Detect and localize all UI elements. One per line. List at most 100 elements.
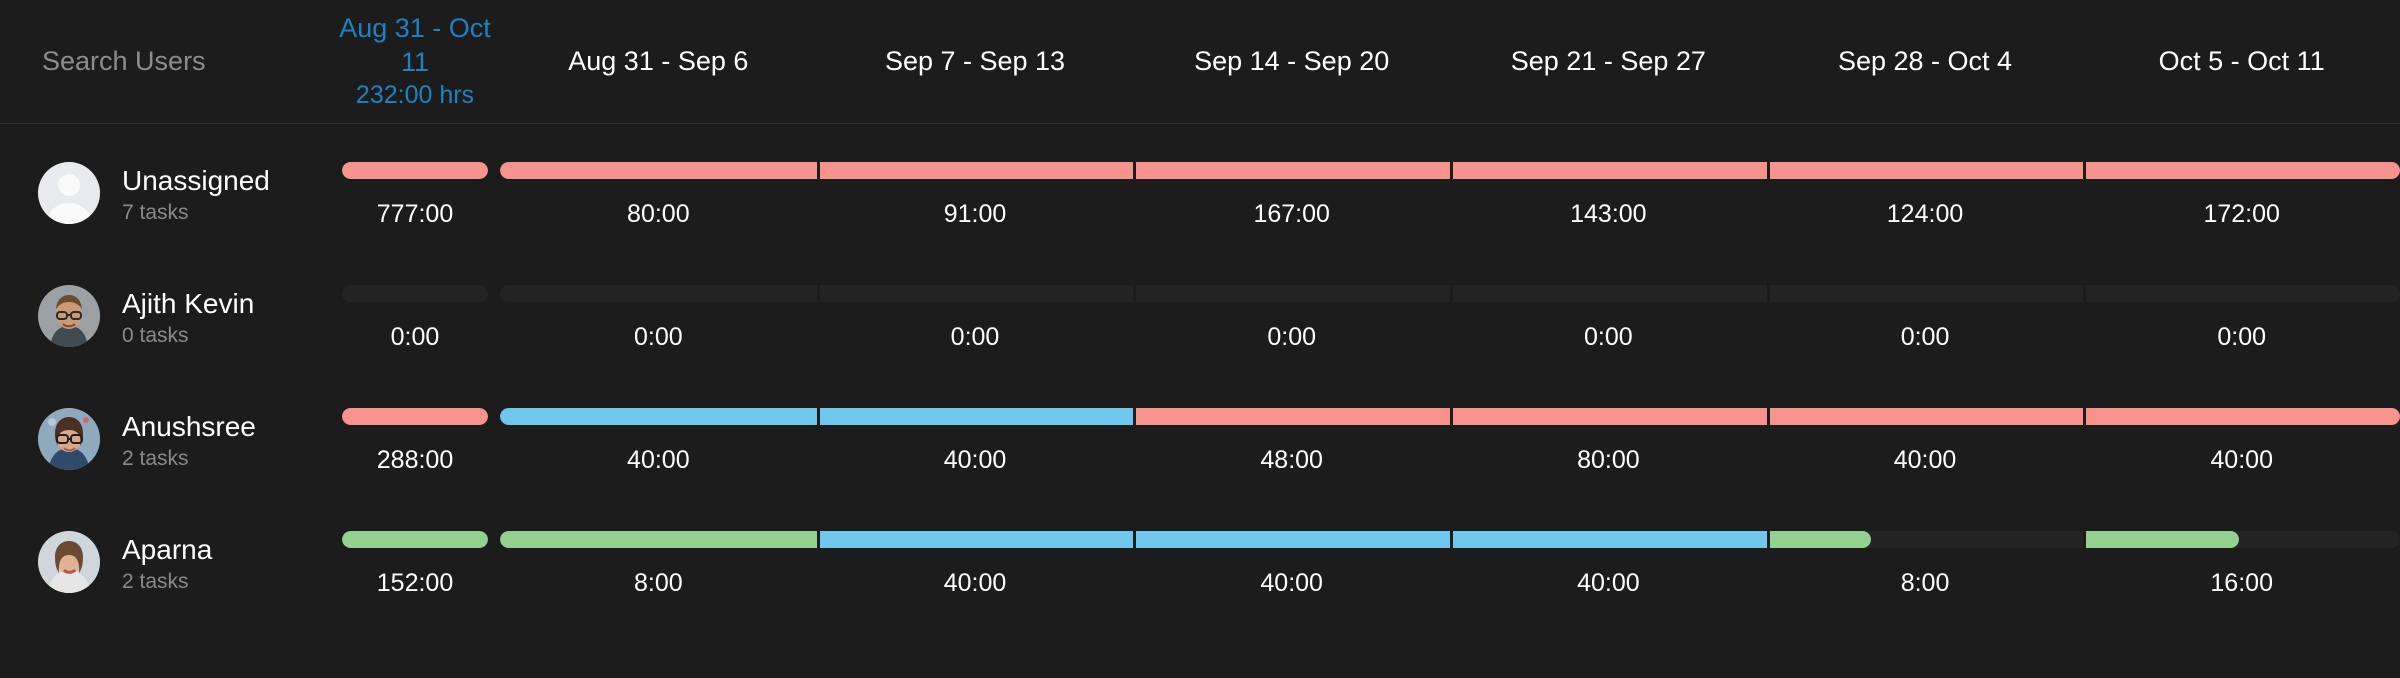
week-cell[interactable]: 124:00 <box>1767 148 2084 229</box>
week-bar-fill <box>500 408 817 425</box>
week-value: 80:00 <box>500 200 817 229</box>
week-value: 124:00 <box>1767 200 2084 229</box>
week-bar-fill <box>1767 408 2084 425</box>
total-range-label: Aug 31 - Oct 11 <box>330 12 500 80</box>
week-cell[interactable]: 40:00 <box>1450 517 1767 598</box>
week-header-5[interactable]: Oct 5 - Oct 11 <box>2083 46 2400 77</box>
week-cell[interactable]: 40:00 <box>500 394 817 475</box>
user-text: Unassigned7 tasks <box>122 162 270 225</box>
week-header-1[interactable]: Sep 7 - Sep 13 <box>817 46 1134 77</box>
week-value: 0:00 <box>2083 323 2400 352</box>
total-cell[interactable]: 0:00 <box>330 271 500 352</box>
week-cell[interactable]: 80:00 <box>1450 394 1767 475</box>
week-bar-track <box>1767 285 2084 302</box>
week-value: 167:00 <box>1133 200 1450 229</box>
week-cell[interactable]: 172:00 <box>2083 148 2400 229</box>
week-bar-track <box>2083 285 2400 302</box>
week-bar-divider <box>2083 285 2086 302</box>
total-bar-fill <box>342 162 488 179</box>
total-cell[interactable]: 288:00 <box>330 394 500 475</box>
total-value: 0:00 <box>330 323 500 352</box>
week-bar-track <box>1133 285 1450 302</box>
total-cell[interactable]: 152:00 <box>330 517 500 598</box>
workload-rows: Unassigned7 tasks777:0080:0091:00167:001… <box>0 124 2400 678</box>
week-bar-track <box>817 408 1134 425</box>
week-bar-divider <box>1133 531 1136 548</box>
week-bar-track <box>500 408 817 425</box>
week-cell[interactable]: 8:00 <box>1767 517 2084 598</box>
week-cell[interactable]: 167:00 <box>1133 148 1450 229</box>
search-users-cell <box>0 46 330 77</box>
week-bar-fill <box>1133 408 1450 425</box>
week-cell[interactable]: 0:00 <box>2083 271 2400 352</box>
week-cell[interactable]: 91:00 <box>817 148 1134 229</box>
week-cell[interactable]: 40:00 <box>817 517 1134 598</box>
total-value: 288:00 <box>330 446 500 475</box>
week-value: 8:00 <box>1767 569 2084 598</box>
week-bar-track <box>1450 531 1767 548</box>
week-bar-track <box>500 531 817 548</box>
week-cell[interactable]: 80:00 <box>500 148 817 229</box>
week-bar-divider <box>2083 162 2086 179</box>
week-header-3[interactable]: Sep 21 - Sep 27 <box>1450 46 1767 77</box>
total-value: 777:00 <box>330 200 500 229</box>
week-cell[interactable]: 0:00 <box>817 271 1134 352</box>
week-cell[interactable]: 16:00 <box>2083 517 2400 598</box>
week-bar-fill <box>2083 408 2400 425</box>
week-header-2[interactable]: Sep 14 - Sep 20 <box>1133 46 1450 77</box>
week-bar-fill <box>2083 531 2238 548</box>
week-bar-fill <box>1133 531 1450 548</box>
user-cell[interactable]: Unassigned7 tasks <box>0 148 330 225</box>
week-value: 91:00 <box>817 200 1134 229</box>
week-bar-fill <box>1450 162 1767 179</box>
search-input[interactable] <box>42 46 322 77</box>
week-bar-divider <box>817 408 820 425</box>
week-bar-divider <box>1767 162 1770 179</box>
week-value: 172:00 <box>2083 200 2400 229</box>
week-value: 0:00 <box>817 323 1134 352</box>
week-cell[interactable]: 0:00 <box>1767 271 2084 352</box>
user-name: Anushsree <box>122 411 256 443</box>
week-cell[interactable]: 48:00 <box>1133 394 1450 475</box>
week-bar-divider <box>1450 408 1453 425</box>
week-cell[interactable]: 8:00 <box>500 517 817 598</box>
week-bar-divider <box>2083 531 2086 548</box>
week-cell[interactable]: 0:00 <box>500 271 817 352</box>
total-cell[interactable]: 777:00 <box>330 148 500 229</box>
week-header-0[interactable]: Aug 31 - Sep 6 <box>500 46 817 77</box>
total-column-header[interactable]: Aug 31 - Oct 11 232:00 hrs <box>330 12 500 111</box>
workload-row: Anushsree2 tasks288:0040:0040:0048:0080:… <box>0 394 2400 517</box>
week-cell[interactable]: 40:00 <box>1133 517 1450 598</box>
week-header-4[interactable]: Sep 28 - Oct 4 <box>1767 46 2084 77</box>
user-cell[interactable]: Aparna2 tasks <box>0 517 330 594</box>
week-bar-fill <box>1450 531 1767 548</box>
chart-header: Aug 31 - Oct 11 232:00 hrs Aug 31 - Sep … <box>0 0 2400 124</box>
workload-row: Ajith Kevin0 tasks0:000:000:000:000:000:… <box>0 271 2400 394</box>
user-cell[interactable]: Ajith Kevin0 tasks <box>0 271 330 348</box>
week-value: 0:00 <box>1450 323 1767 352</box>
user-cell[interactable]: Anushsree2 tasks <box>0 394 330 471</box>
week-bar-track <box>817 531 1134 548</box>
week-value: 80:00 <box>1450 446 1767 475</box>
user-name: Aparna <box>122 534 212 566</box>
week-bar-fill <box>1767 531 1872 548</box>
week-cell[interactable]: 0:00 <box>1133 271 1450 352</box>
total-bar-track <box>342 408 488 425</box>
week-bar-divider <box>1767 285 1770 302</box>
week-cell[interactable]: 40:00 <box>817 394 1134 475</box>
week-cell[interactable]: 143:00 <box>1450 148 1767 229</box>
week-value: 40:00 <box>817 569 1134 598</box>
week-value: 40:00 <box>2083 446 2400 475</box>
total-bar-fill <box>342 408 488 425</box>
photo-avatar-female <box>38 531 100 593</box>
week-bar-track <box>1133 408 1450 425</box>
week-cell[interactable]: 0:00 <box>1450 271 1767 352</box>
week-bar-fill <box>500 162 817 179</box>
week-bar-divider <box>817 285 820 302</box>
week-bar-divider <box>1767 408 1770 425</box>
week-bar-track <box>2083 531 2400 548</box>
user-text: Aparna2 tasks <box>122 531 212 594</box>
week-cell[interactable]: 40:00 <box>2083 394 2400 475</box>
week-bar-track <box>817 285 1134 302</box>
week-cell[interactable]: 40:00 <box>1767 394 2084 475</box>
